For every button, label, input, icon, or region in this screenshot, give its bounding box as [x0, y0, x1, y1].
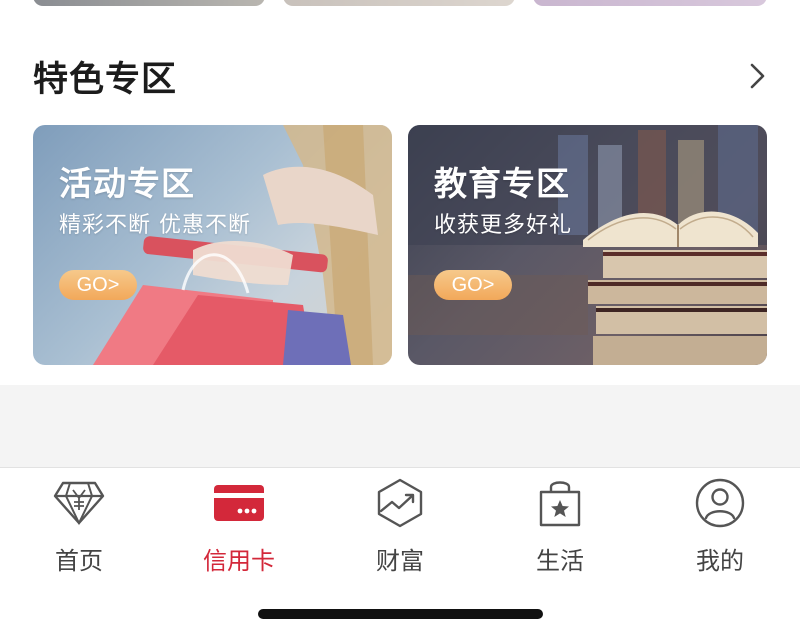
card-subtitle: 收获更多好礼: [434, 213, 573, 238]
banner-thumbnail[interactable]: [283, 0, 515, 6]
chevron-right-icon[interactable]: [746, 61, 770, 91]
section-header[interactable]: 特色专区: [33, 52, 770, 100]
credit-card-icon: [212, 476, 266, 529]
tab-label: 生活: [536, 547, 584, 575]
banner-thumbnail[interactable]: [533, 0, 767, 6]
card-title: 教育专区: [434, 164, 570, 203]
top-banner-strip: [0, 0, 800, 8]
tab-label: 财富: [376, 547, 424, 575]
tab-label: 首页: [55, 547, 103, 575]
banner-thumbnail[interactable]: [33, 0, 265, 6]
home-indicator[interactable]: [258, 609, 543, 619]
diamond-icon: [52, 476, 106, 529]
content-spacer: [0, 385, 800, 467]
card-subtitle: 精彩不断 优惠不断: [59, 213, 251, 238]
trend-chart-icon: [373, 476, 427, 529]
education-zone-card[interactable]: 教育专区 收获更多好礼 GO>: [408, 125, 767, 365]
tab-home[interactable]: 首页: [19, 476, 139, 576]
card-title: 活动专区: [59, 164, 195, 203]
shopping-bag-icon: [533, 476, 587, 529]
tab-wealth[interactable]: 财富: [340, 476, 460, 576]
tab-mine[interactable]: 我的: [660, 476, 780, 576]
go-button[interactable]: GO>: [434, 270, 512, 300]
section-title: 特色专区: [33, 59, 178, 100]
tab-label: 我的: [696, 547, 744, 575]
user-icon: [693, 476, 747, 529]
tab-life[interactable]: 生活: [500, 476, 620, 576]
go-button[interactable]: GO>: [59, 270, 137, 300]
tab-label: 信用卡: [203, 547, 275, 575]
tab-credit-card[interactable]: 信用卡: [179, 476, 299, 576]
activity-zone-card[interactable]: 活动专区 精彩不断 优惠不断 GO>: [33, 125, 392, 365]
